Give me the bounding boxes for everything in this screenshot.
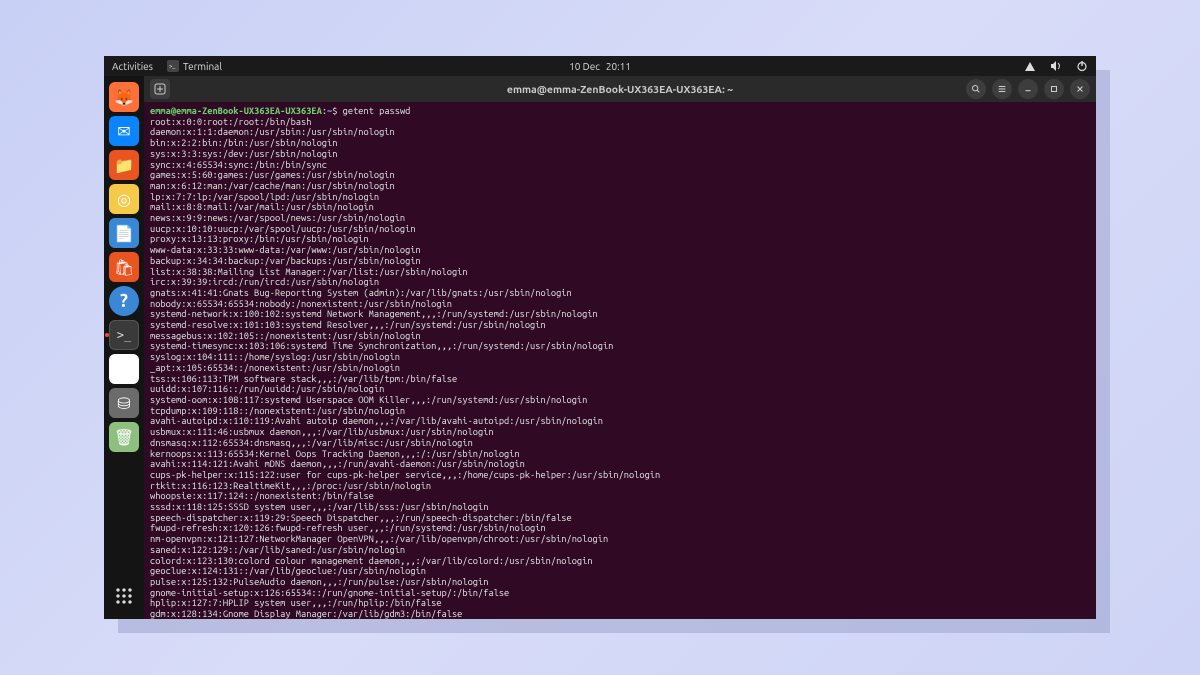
rhythmbox-icon[interactable]: ◎ [109,184,139,214]
firefox-icon[interactable]: 🦊 [109,82,139,112]
window-titlebar[interactable]: emma@emma-ZenBook-UX363EA-UX363EA: ~ [144,76,1096,102]
clock[interactable]: 10 Dec 20:11 [569,61,631,72]
disk-icon[interactable]: ⛁ [109,388,139,418]
minimize-button[interactable] [1018,79,1038,99]
new-tab-button[interactable] [150,79,170,99]
clock-time: 20:11 [606,61,631,72]
terminal-window: emma@emma-ZenBook-UX363EA-UX363EA: ~ [144,76,1096,619]
dock: 🦊 ✉ 📁 ◎ 📄 🛍? >_ ✎ ⛁ 🗑 [104,76,144,619]
files-icon[interactable]: 📁 [109,150,139,180]
help-icon[interactable]: ? [109,286,139,316]
activities-button[interactable]: Activities [112,61,153,72]
show-applications-button[interactable] [109,581,139,611]
terminal-body[interactable]: emma@emma-ZenBook-UX363EA-UX363EA:~$ get… [144,102,1096,619]
network-icon [1024,60,1036,72]
trash-icon[interactable]: 🗑 [109,422,139,452]
gnome-topbar: Activities >_ Terminal 10 Dec 20:11 [104,56,1096,76]
app-menu[interactable]: >_ Terminal [167,60,222,72]
gnome-desktop: Activities >_ Terminal 10 Dec 20:11 [104,56,1096,619]
close-button[interactable] [1070,79,1090,99]
terminal-icon: >_ [167,60,179,72]
text-editor-icon[interactable]: ✎ [109,354,139,384]
software-icon[interactable]: 🛍 [109,252,139,282]
system-status-area[interactable] [1024,60,1088,72]
thunderbird-icon[interactable]: ✉ [109,116,139,146]
app-menu-label: Terminal [183,61,222,72]
svg-text:>_: >_ [169,63,175,70]
power-icon [1076,60,1088,72]
volume-icon [1050,60,1062,72]
clock-date: 10 Dec [569,61,600,72]
maximize-button[interactable] [1044,79,1064,99]
window-title: emma@emma-ZenBook-UX363EA-UX363EA: ~ [507,83,733,95]
libreoffice-writer-icon[interactable]: 📄 [109,218,139,248]
hamburger-menu-button[interactable] [992,79,1012,99]
search-button[interactable] [966,79,986,99]
terminal-icon[interactable]: >_ [109,320,139,350]
